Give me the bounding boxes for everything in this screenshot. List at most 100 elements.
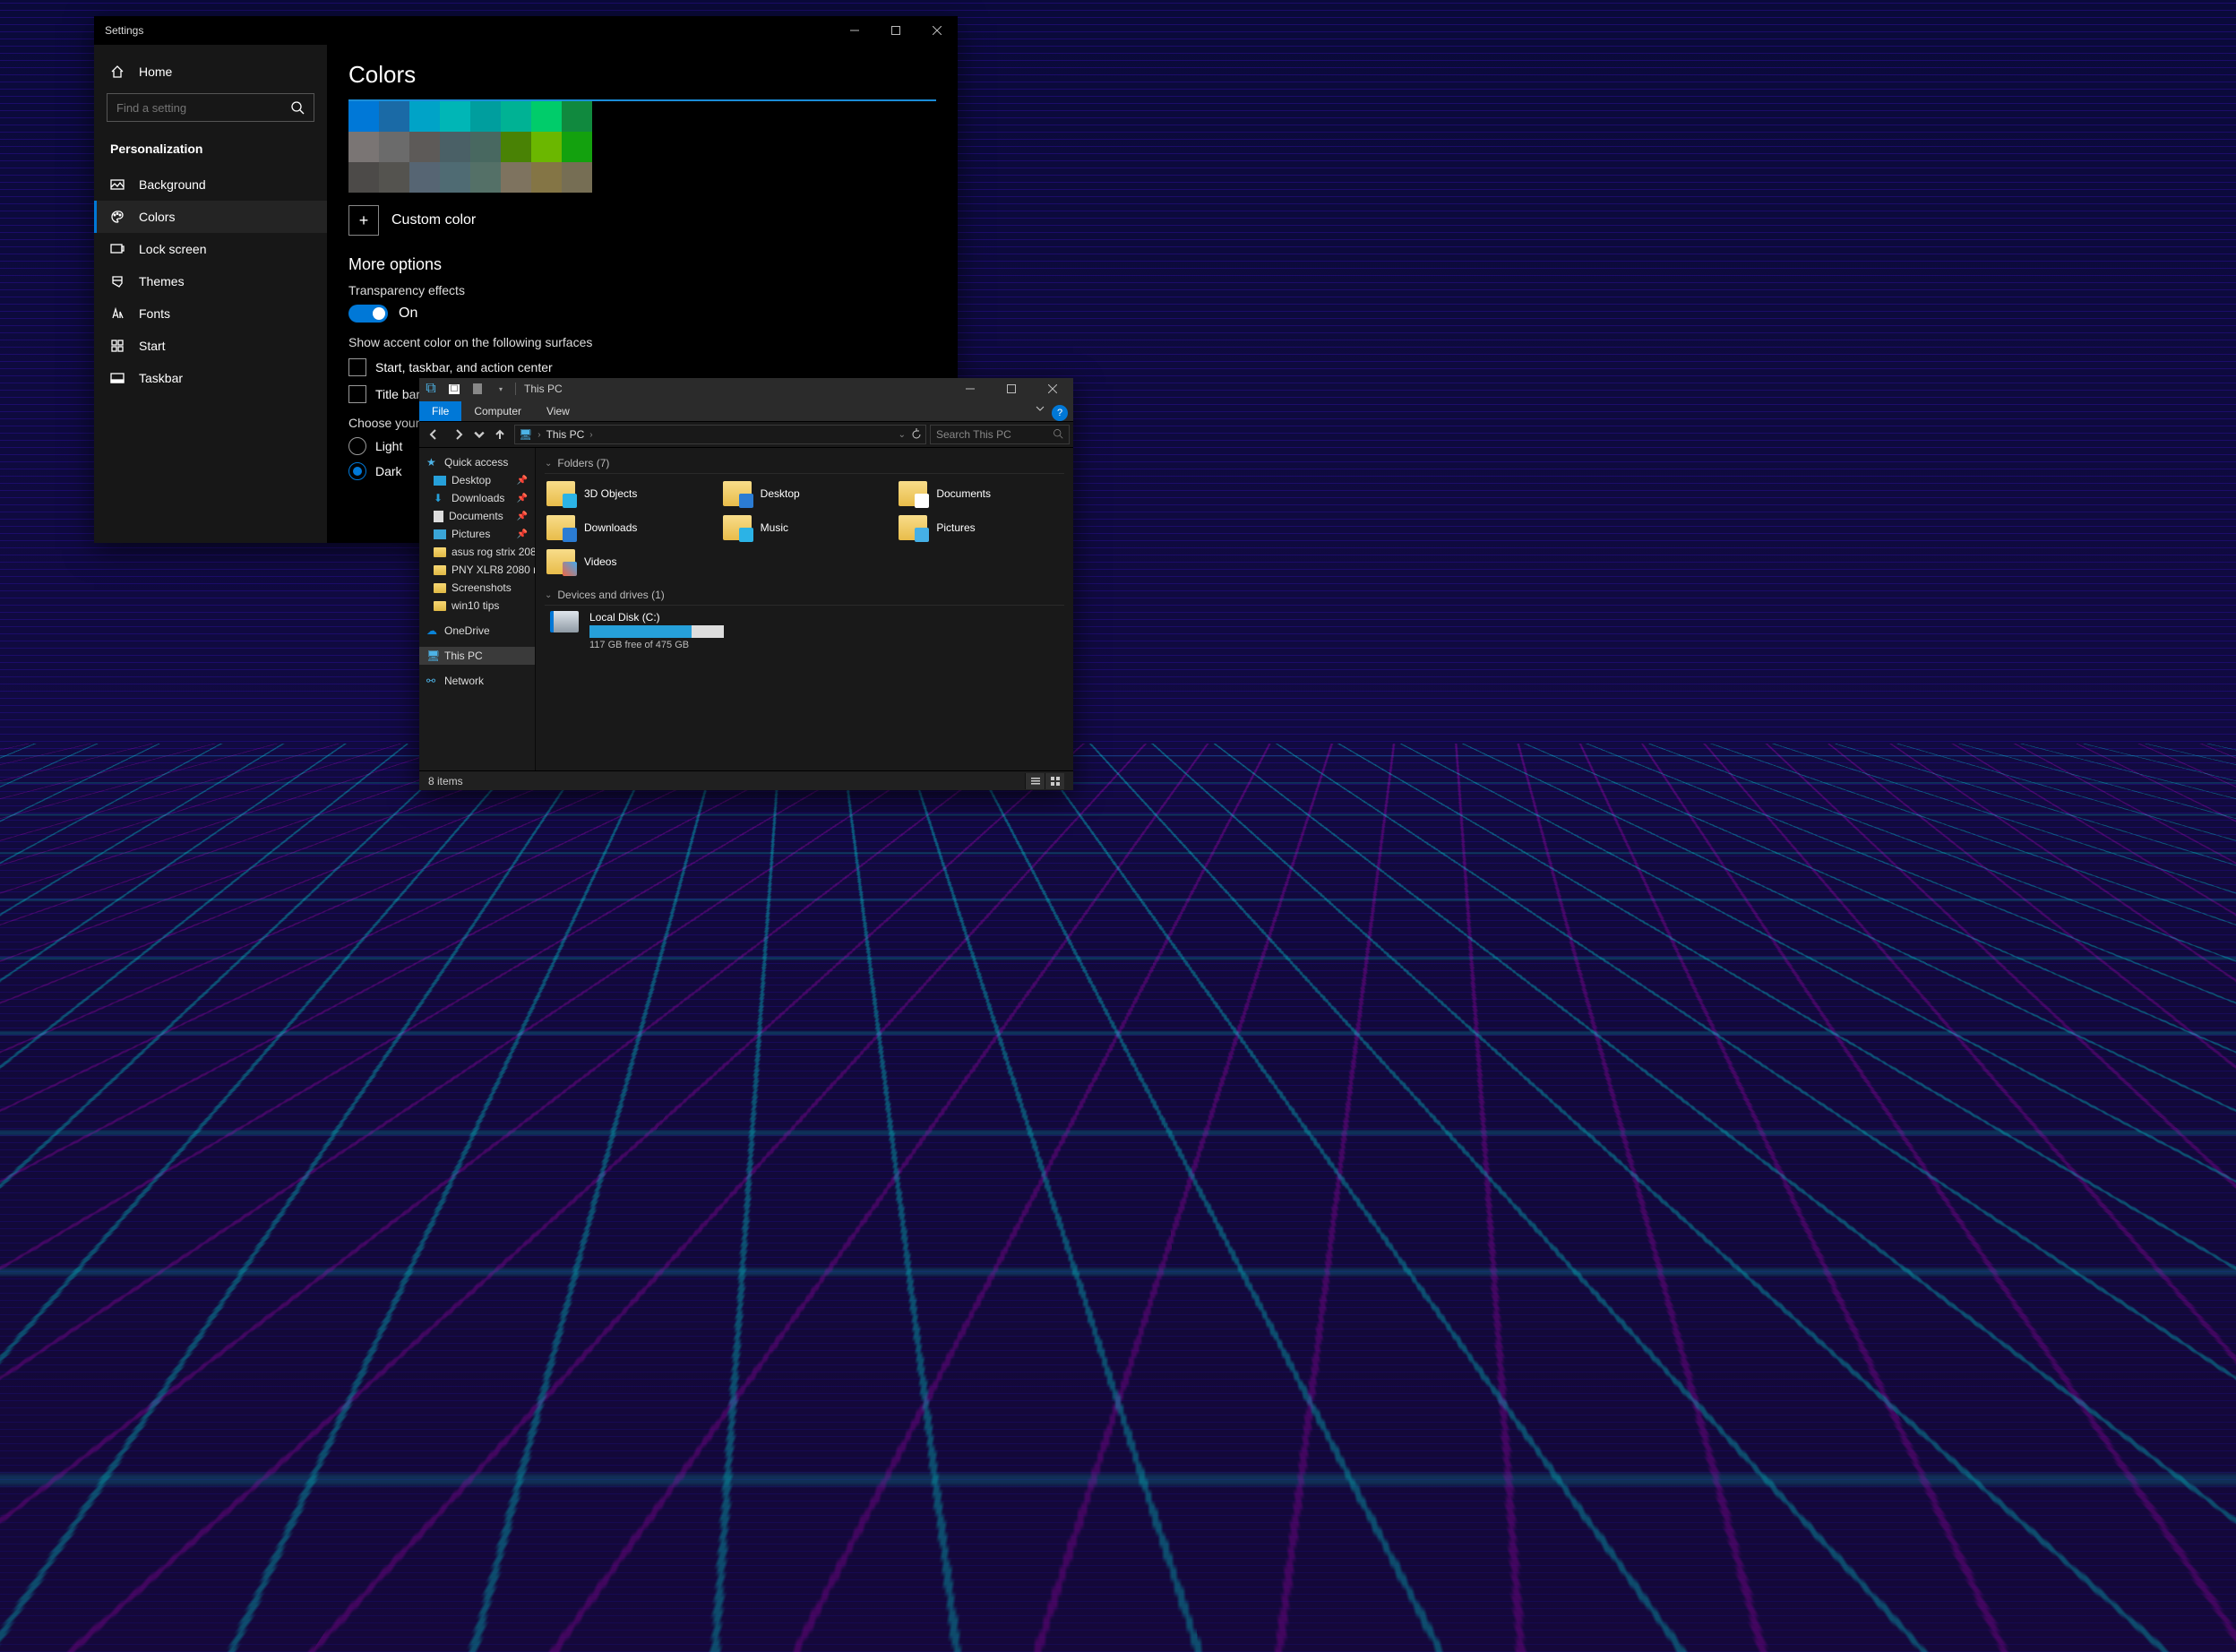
color-swatch[interactable]	[440, 132, 470, 162]
radio-dark[interactable]	[348, 462, 366, 480]
color-swatch[interactable]	[409, 162, 440, 193]
nav-lockscreen[interactable]: Lock screen	[94, 233, 327, 265]
home-button[interactable]: Home	[94, 56, 327, 88]
nav-qa-pictures[interactable]: Pictures📌	[419, 525, 535, 543]
folder-downloads[interactable]: Downloads	[545, 513, 712, 542]
folder-icon	[723, 481, 752, 506]
color-swatch[interactable]	[531, 101, 562, 132]
color-swatch[interactable]	[501, 132, 531, 162]
back-button[interactable]	[423, 424, 444, 445]
maximize-button[interactable]	[991, 374, 1032, 403]
color-swatch[interactable]	[379, 162, 409, 193]
label: Documents	[936, 487, 991, 500]
nav-qa-asus[interactable]: asus rog strix 2080 oc	[419, 543, 535, 561]
folder-3d-objects[interactable]: 3D Objects	[545, 479, 712, 508]
address-dropdown[interactable]: ⌄	[899, 430, 906, 440]
nav-bar: 🖥 › This PC › ⌄ Search This PC	[419, 421, 1073, 448]
minimize-button[interactable]	[950, 374, 991, 403]
ribbon-expand-button[interactable]	[1028, 398, 1052, 421]
close-button[interactable]	[916, 16, 958, 45]
color-swatch[interactable]	[409, 101, 440, 132]
color-swatch[interactable]	[531, 132, 562, 162]
nav-themes-label: Themes	[139, 274, 185, 288]
explorer-search[interactable]: Search This PC	[930, 425, 1070, 444]
breadcrumb-this-pc[interactable]: This PC	[546, 428, 585, 441]
nav-qa-desktop[interactable]: Desktop📌	[419, 471, 535, 489]
color-swatch[interactable]	[501, 162, 531, 193]
nav-background[interactable]: Background	[94, 168, 327, 201]
ribbon-file[interactable]: File	[419, 401, 461, 421]
drive-name: Local Disk (C:)	[589, 611, 724, 624]
nav-onedrive[interactable]: ☁OneDrive	[419, 622, 535, 640]
up-button[interactable]	[489, 424, 511, 445]
app-icon[interactable]: ⧉	[419, 378, 443, 400]
custom-color-button[interactable]: +	[348, 205, 379, 236]
nav-this-pc[interactable]: 🖥This PC	[419, 647, 535, 665]
nav-qa-downloads[interactable]: ⬇Downloads📌	[419, 489, 535, 507]
color-swatch[interactable]	[409, 132, 440, 162]
address-bar[interactable]: 🖥 › This PC › ⌄	[514, 425, 926, 444]
drive-local-disk-c[interactable]: Local Disk (C:) 117 GB free of 475 GB	[550, 611, 1064, 650]
tiles-view-button[interactable]	[1045, 773, 1064, 789]
color-swatch[interactable]	[562, 132, 592, 162]
qat-new-button[interactable]	[466, 378, 489, 400]
color-swatch[interactable]	[562, 101, 592, 132]
nav-qa-win10tips[interactable]: win10 tips	[419, 597, 535, 615]
help-button[interactable]: ?	[1052, 405, 1068, 421]
color-swatch[interactable]	[348, 101, 379, 132]
desktop-icon	[434, 476, 446, 486]
group-folders-header[interactable]: Folders (7)	[545, 453, 1064, 474]
color-swatch[interactable]	[531, 162, 562, 193]
qat-properties-button[interactable]: ☐	[443, 378, 466, 400]
maximize-button[interactable]	[875, 16, 916, 45]
nav-qa-pny[interactable]: PNY XLR8 2080 review	[419, 561, 535, 579]
nav-network[interactable]: ⚯Network	[419, 672, 535, 690]
pictures-icon	[434, 529, 446, 539]
history-dropdown[interactable]	[473, 424, 486, 445]
folder-videos[interactable]: Videos	[545, 547, 712, 576]
pin-icon: 📌	[517, 494, 528, 503]
checkbox-titlebars[interactable]	[348, 385, 366, 403]
ribbon-view[interactable]: View	[534, 401, 582, 421]
nav-quick-access[interactable]: ★ Quick access	[419, 453, 535, 471]
nav-colors[interactable]: Colors	[94, 201, 327, 233]
checkbox-start-taskbar[interactable]	[348, 358, 366, 376]
color-swatch[interactable]	[562, 162, 592, 193]
label: Documents	[449, 510, 503, 522]
color-swatch[interactable]	[348, 132, 379, 162]
nav-start[interactable]: Start	[94, 330, 327, 362]
nav-taskbar[interactable]: Taskbar	[94, 362, 327, 394]
nav-qa-screenshots[interactable]: Screenshots	[419, 579, 535, 597]
nav-qa-documents[interactable]: Documents📌	[419, 507, 535, 525]
color-swatch[interactable]	[348, 162, 379, 193]
settings-title-bar: Settings	[94, 16, 958, 45]
refresh-button[interactable]	[911, 428, 922, 442]
color-swatch[interactable]	[470, 101, 501, 132]
color-swatch[interactable]	[379, 101, 409, 132]
transparency-toggle[interactable]	[348, 305, 388, 323]
label: Network	[444, 675, 484, 687]
color-swatch[interactable]	[501, 101, 531, 132]
ribbon-computer[interactable]: Computer	[461, 401, 534, 421]
nav-fonts[interactable]: Fonts	[94, 297, 327, 330]
folder-icon	[899, 515, 927, 540]
qat-dropdown[interactable]: ▾	[489, 378, 512, 400]
nav-themes[interactable]: Themes	[94, 265, 327, 297]
settings-search[interactable]	[107, 93, 314, 122]
color-swatch[interactable]	[440, 162, 470, 193]
minimize-button[interactable]	[834, 16, 875, 45]
forward-button[interactable]	[448, 424, 469, 445]
settings-search-input[interactable]	[116, 101, 277, 115]
folder-pictures[interactable]: Pictures	[897, 513, 1064, 542]
details-view-button[interactable]	[1025, 773, 1045, 789]
color-swatch[interactable]	[379, 132, 409, 162]
folder-music[interactable]: Music	[721, 513, 889, 542]
folder-documents[interactable]: Documents	[897, 479, 1064, 508]
color-swatch[interactable]	[470, 162, 501, 193]
view-toggle	[1025, 773, 1064, 789]
group-drives-header[interactable]: Devices and drives (1)	[545, 585, 1064, 606]
radio-light[interactable]	[348, 437, 366, 455]
folder-desktop[interactable]: Desktop	[721, 479, 889, 508]
color-swatch[interactable]	[470, 132, 501, 162]
color-swatch[interactable]	[440, 101, 470, 132]
